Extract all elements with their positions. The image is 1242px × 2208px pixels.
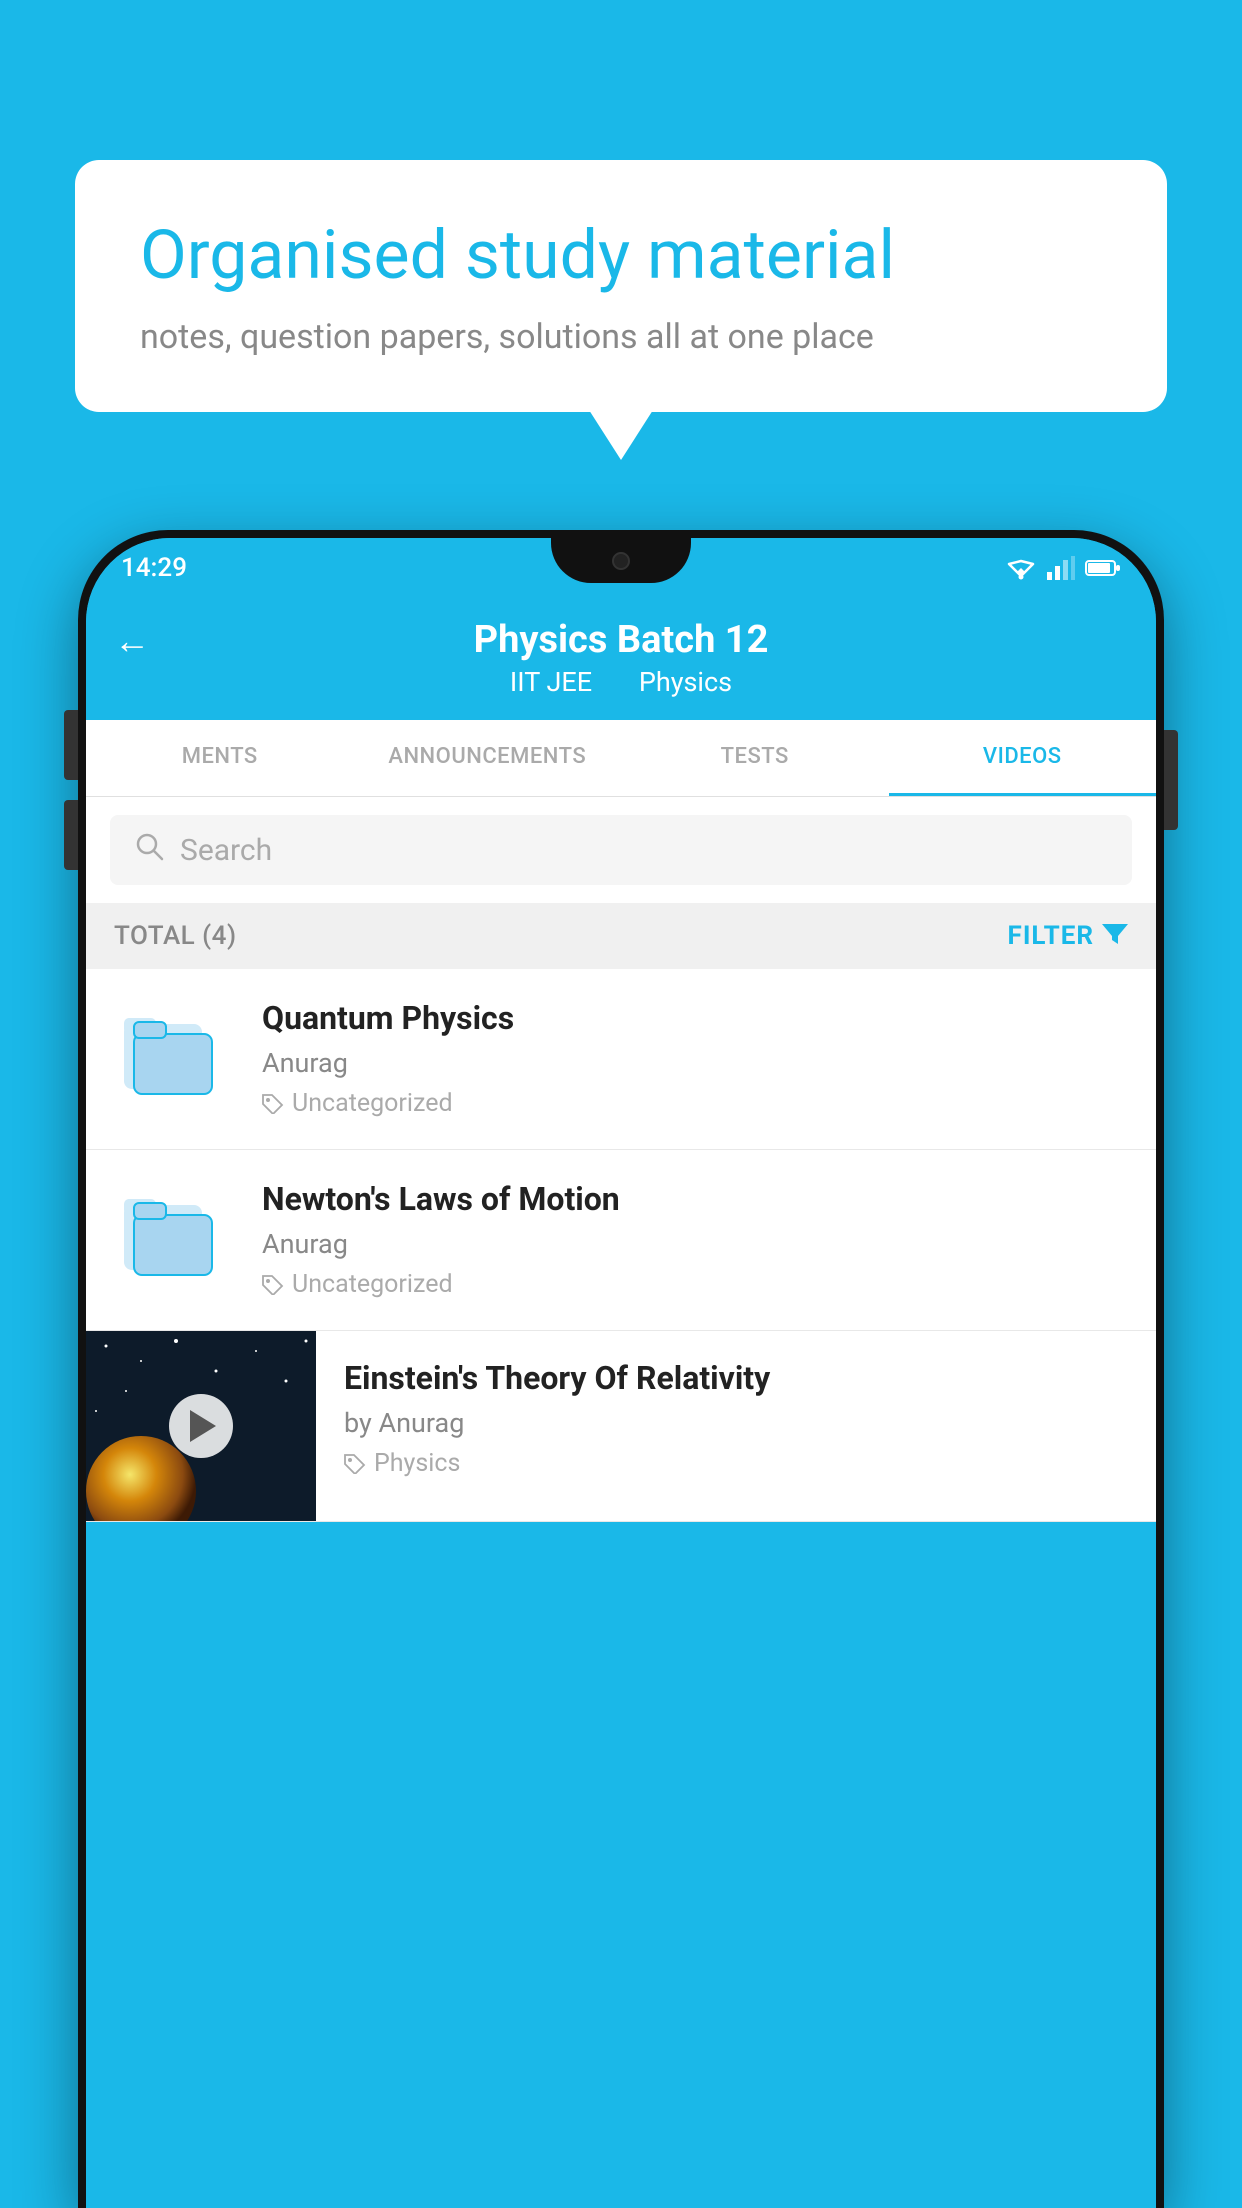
folder-icon-2 [124, 1193, 224, 1288]
video-author-2: Anurag [262, 1228, 1128, 1260]
phone-notch [551, 538, 691, 583]
search-input[interactable]: Search [180, 833, 272, 868]
folder-thumb-1 [114, 999, 234, 1119]
camera [612, 552, 630, 570]
tab-tests[interactable]: TESTS [621, 720, 889, 796]
list-item[interactable]: Newton's Laws of Motion Anurag Uncategor… [86, 1150, 1156, 1331]
list-item[interactable]: Einstein's Theory Of Relativity by Anura… [86, 1331, 1156, 1522]
volume-button [64, 710, 78, 780]
speech-bubble: Organised study material notes, question… [75, 160, 1167, 412]
tabs-bar: MENTS ANNOUNCEMENTS TESTS VIDEOS [86, 720, 1156, 797]
tag-icon-3 [344, 1454, 366, 1474]
video-info-2: Newton's Laws of Motion Anurag Uncategor… [262, 1180, 1128, 1299]
wifi-icon [1005, 556, 1037, 580]
status-icons [1005, 556, 1121, 580]
total-count: TOTAL (4) [114, 921, 237, 951]
header-subtitle-physics: Physics [639, 666, 732, 698]
folder-thumb-2 [114, 1180, 234, 1300]
signal-icon [1047, 556, 1075, 580]
power-button [1164, 730, 1178, 830]
tag-icon [262, 1094, 284, 1114]
video-tag-1: Uncategorized [262, 1089, 1128, 1118]
video-author-1: Anurag [262, 1047, 1128, 1079]
phone-screen: 14:29 [86, 538, 1156, 2208]
einstein-title: Einstein's Theory Of Relativity [344, 1359, 1128, 1397]
bubble-title: Organised study material [140, 215, 1102, 297]
status-time: 14:29 [121, 553, 187, 583]
play-triangle [190, 1410, 216, 1442]
einstein-info: Einstein's Theory Of Relativity by Anura… [316, 1331, 1156, 1506]
list-item[interactable]: Quantum Physics Anurag Uncategorized [86, 969, 1156, 1150]
filter-bar: TOTAL (4) FILTER [86, 903, 1156, 969]
volume-button-2 [64, 800, 78, 870]
tab-ments[interactable]: MENTS [86, 720, 354, 796]
play-button[interactable] [169, 1394, 233, 1458]
video-list: Quantum Physics Anurag Uncategorized [86, 969, 1156, 1522]
einstein-tag: Physics [344, 1449, 1128, 1478]
search-icon [134, 831, 164, 869]
video-title-1: Quantum Physics [262, 999, 1128, 1037]
tag-icon-2 [262, 1275, 284, 1295]
folder-icon-1 [124, 1012, 224, 1107]
filter-icon [1102, 921, 1128, 951]
search-container: Search [86, 797, 1156, 903]
back-button[interactable]: ← [114, 620, 150, 662]
filter-button[interactable]: FILTER [1008, 921, 1128, 951]
header-subtitle: IIT JEE Physics [500, 666, 742, 698]
video-tag-2: Uncategorized [262, 1270, 1128, 1299]
video-title-2: Newton's Laws of Motion [262, 1180, 1128, 1218]
bubble-subtitle: notes, question papers, solutions all at… [140, 317, 1102, 357]
tab-announcements[interactable]: ANNOUNCEMENTS [354, 720, 622, 796]
phone-frame: 14:29 [78, 530, 1164, 2208]
einstein-category: Physics [374, 1449, 460, 1478]
video-info-1: Quantum Physics Anurag Uncategorized [262, 999, 1128, 1118]
header-subtitle-iit: IIT JEE [510, 666, 592, 698]
video-category-2: Uncategorized [292, 1270, 453, 1299]
search-bar[interactable]: Search [110, 815, 1132, 885]
app-header: ← Physics Batch 12 IIT JEE Physics [86, 598, 1156, 720]
einstein-thumbnail [86, 1331, 316, 1521]
einstein-author: by Anurag [344, 1407, 1128, 1439]
video-category-1: Uncategorized [292, 1089, 453, 1118]
app-background: Organised study material notes, question… [0, 0, 1242, 2208]
tab-videos[interactable]: VIDEOS [889, 720, 1157, 796]
header-title: Physics Batch 12 [474, 618, 769, 662]
filter-label: FILTER [1008, 921, 1094, 951]
battery-icon [1085, 558, 1121, 578]
